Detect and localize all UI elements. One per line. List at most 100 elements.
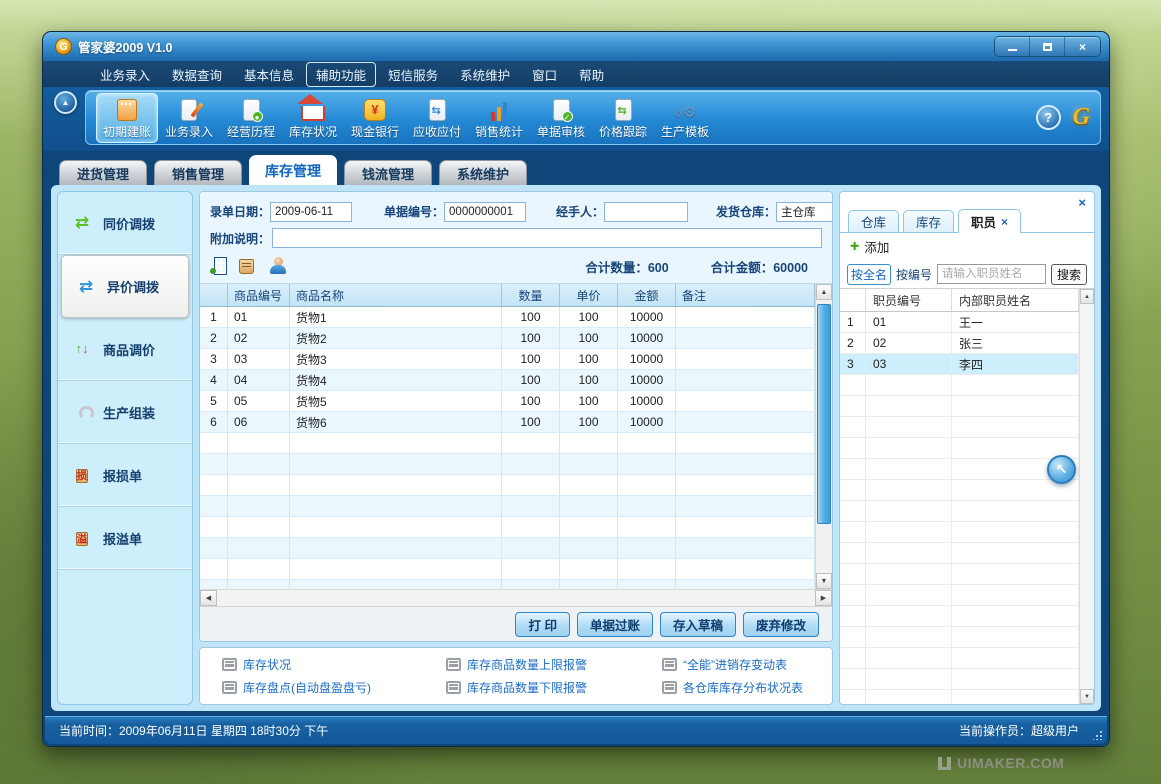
report-links-panel: 库存状况 库存商品数量上限报警 “全能”进销存变动表 库存盘点(自动盘盈盘亏) … [199,647,833,705]
toolbar-item-business-history[interactable]: ● 经营历程 [220,93,282,143]
note-input[interactable] [272,228,822,248]
search-by-name-toggle[interactable]: 按全名 [847,264,891,285]
add-staff-button[interactable]: + 添加 [840,233,1094,260]
menu-item-business-entry[interactable]: 业务录入 [90,62,160,87]
menu-item-basic-info[interactable]: 基本信息 [234,62,304,87]
sidebar-item-reprice[interactable]: ↑↓ 商品调价 [58,318,192,381]
uimaker-logo-icon [938,757,951,770]
warehouse-input[interactable] [776,202,833,222]
items-table-vscrollbar[interactable]: ▲ ▼ [815,284,832,589]
toolbar-item-production-template[interactable]: ⚙⚙ 生产模板 [654,93,716,143]
table-row-empty [840,396,1079,417]
table-row[interactable]: 202货物210010010000 [200,328,815,349]
col-unit-price: 单价 [560,284,618,306]
scroll-right-icon[interactable]: ▶ [815,590,832,606]
table-row[interactable]: 606货物610010010000 [200,412,815,433]
reprice-arrows-icon: ↑↓ [70,340,94,358]
maximize-button[interactable] [1030,37,1065,56]
app-logo-icon: G [55,38,72,55]
current-operator-text: 当前操作员：超级用户 [959,722,1093,739]
menu-item-system-maintenance[interactable]: 系统维护 [450,62,520,87]
table-row-empty [840,585,1079,606]
handler-input[interactable] [604,202,688,222]
toolbar-item-sales-stats[interactable]: 销售统计 [468,93,530,143]
search-by-code-toggle[interactable]: 按编号 [896,266,932,283]
link-inventory-status[interactable]: 库存状况 [222,656,446,673]
sidebar-item-assembly[interactable]: 生产组装 [58,381,192,444]
sidebar-item-loss-report[interactable]: 损 报损单 [58,444,192,507]
tab-warehouse[interactable]: 仓库 [848,210,899,232]
staff-table-vscrollbar[interactable]: ▲ ▼ [1079,289,1094,704]
building-icon[interactable] [214,257,227,275]
sidebar-item-same-price-transfer[interactable]: ⇄ 同价调拨 [58,192,192,255]
tab-inventory[interactable]: 库存 [903,210,954,232]
content-area: ⇄ 同价调拨 ⇄ 异价调拨 ↑↓ 商品调价 生产组装 [51,185,1101,711]
staff-name-input[interactable] [937,264,1046,284]
scroll-up-icon[interactable]: ▲ [1080,289,1094,304]
search-button[interactable]: 搜索 [1051,264,1087,285]
scroll-left-icon[interactable]: ◀ [200,590,217,606]
tab-system-maintenance[interactable]: 系统维护 [439,160,527,185]
scroll-down-icon[interactable]: ▼ [1080,689,1094,704]
items-table-hscrollbar[interactable]: ◀ ▶ [200,589,832,606]
link-lower-limit-alert[interactable]: 库存商品数量下限报警 [446,679,662,696]
basket-icon[interactable] [239,259,254,274]
tab-inventory-mgmt[interactable]: 库存管理 [249,155,337,185]
table-row[interactable]: 404货物410010010000 [200,370,815,391]
table-row[interactable]: 303李四 [840,354,1079,375]
toolbar-item-doc-audit[interactable]: ✓ 单据审核 [530,93,592,143]
post-voucher-button[interactable]: 单据过账 [577,612,653,637]
table-row[interactable]: 303货物310010010000 [200,349,815,370]
title-bar[interactable]: G 管家婆2009 V1.0 × [43,32,1109,61]
doc-no-input[interactable] [444,202,526,222]
panel-close-icon[interactable]: × [1078,195,1086,210]
toolbar-item-cash-bank[interactable]: ¥ 现金银行 [344,93,406,143]
sidebar-item-diff-price-transfer[interactable]: ⇄ 异价调拨 [61,255,189,318]
tab-staff[interactable]: 职员× [958,209,1021,233]
toolbar-item-business-entry[interactable]: 业务录入 [158,93,220,143]
tab-cashflow-mgmt[interactable]: 钱流管理 [344,160,432,185]
menu-item-data-query[interactable]: 数据查询 [162,62,232,87]
collapse-toolbar-button[interactable]: ▲ [54,91,77,114]
table-row[interactable]: 202张三 [840,333,1079,354]
menu-item-aux-functions[interactable]: 辅助功能 [306,62,376,87]
save-draft-button[interactable]: 存入草稿 [660,612,736,637]
minimize-button[interactable] [995,37,1030,56]
close-tab-icon[interactable]: × [1001,215,1008,229]
menu-item-sms-service[interactable]: 短信服务 [378,62,448,87]
tab-purchase-mgmt[interactable]: 进货管理 [59,160,147,185]
table-row[interactable]: 101货物110010010000 [200,307,815,328]
current-time-text: 当前时间：2009年06月11日 星期四 18时30分 下午 [59,722,328,739]
help-button[interactable]: ? [1036,105,1061,130]
link-stocktake[interactable]: 库存盘点(自动盘盈盘亏) [222,679,446,696]
tab-sales-mgmt[interactable]: 销售管理 [154,160,242,185]
sidebar-item-overflow-report[interactable]: 溢 报溢单 [58,507,192,570]
person-icon[interactable] [269,257,287,275]
col-product-name: 商品名称 [290,284,502,306]
print-button[interactable]: 打 印 [515,612,569,637]
menu-item-window[interactable]: 窗口 [522,62,567,87]
scroll-down-icon[interactable]: ▼ [816,573,832,589]
toolbar-item-initial-setup[interactable]: 初期建账 [96,93,158,143]
table-row[interactable]: 505货物510010010000 [200,391,815,412]
resize-grip-icon[interactable] [1093,730,1103,740]
cursor-pointer-icon: ↖ [1047,455,1076,484]
menu-item-help[interactable]: 帮助 [569,62,614,87]
toolbar-item-receivable-payable[interactable]: ⇆ 应收应付 [406,93,468,143]
table-row-empty [840,543,1079,564]
link-almighty-change-report[interactable]: “全能”进销存变动表 [662,656,824,673]
table-row[interactable]: 101王一 [840,312,1079,333]
discard-changes-button[interactable]: 废弃修改 [743,612,819,637]
scrollbar-thumb[interactable] [817,304,831,524]
close-icon: × [1079,40,1086,54]
main-column: 录单日期： 单据编号： 经手人： [199,191,833,705]
scroll-up-icon[interactable]: ▲ [816,284,832,300]
transfer-same-icon: ⇄ [70,213,94,233]
date-input[interactable] [270,202,352,222]
link-warehouse-distribution[interactable]: 各仓库库存分布状况表 [662,679,824,696]
close-button[interactable]: × [1065,37,1100,56]
link-upper-limit-alert[interactable]: 库存商品数量上限报警 [446,656,662,673]
toolbar-item-inventory-status[interactable]: 库存状况 [282,93,344,143]
toolbar: 初期建账 业务录入 ● 经营历程 库存状况 ¥ 现金银行 [85,90,1101,145]
toolbar-item-price-tracking[interactable]: ⇆ 价格跟踪 [592,93,654,143]
